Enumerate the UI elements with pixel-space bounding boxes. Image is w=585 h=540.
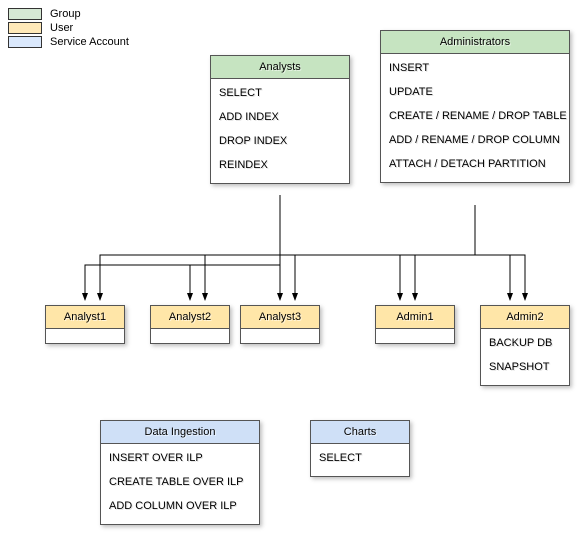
perm: CREATE / RENAME / DROP TABLE [387, 106, 563, 130]
group-analysts-body: SELECT ADD INDEX DROP INDEX REINDEX [211, 79, 349, 183]
user-admin2: Admin2 BACKUP DB SNAPSHOT [480, 305, 570, 386]
group-admins: Administrators INSERT UPDATE CREATE / RE… [380, 30, 570, 183]
user-analyst3: Analyst3 [240, 305, 320, 344]
user-admin1: Admin1 [375, 305, 455, 344]
user-analyst3-body [241, 329, 319, 343]
group-analysts-title: Analysts [211, 56, 349, 79]
group-admins-body: INSERT UPDATE CREATE / RENAME / DROP TAB… [381, 54, 569, 182]
legend-swatch-service [8, 36, 42, 48]
perm: SELECT [317, 448, 403, 472]
group-analysts: Analysts SELECT ADD INDEX DROP INDEX REI… [210, 55, 350, 184]
service-ingestion-body: INSERT OVER ILP CREATE TABLE OVER ILP AD… [101, 444, 259, 524]
user-analyst2: Analyst2 [150, 305, 230, 344]
perm: INSERT OVER ILP [107, 448, 253, 472]
perm: REINDEX [217, 155, 343, 179]
perm: ADD COLUMN OVER ILP [107, 496, 253, 520]
legend-swatch-user [8, 22, 42, 34]
user-admin1-title: Admin1 [376, 306, 454, 329]
perm: CREATE TABLE OVER ILP [107, 472, 253, 496]
group-admins-title: Administrators [381, 31, 569, 54]
service-ingestion: Data Ingestion INSERT OVER ILP CREATE TA… [100, 420, 260, 525]
user-analyst3-title: Analyst3 [241, 306, 319, 329]
legend-swatch-group [8, 8, 42, 20]
service-charts-title: Charts [311, 421, 409, 444]
legend-label-service: Service Account [50, 36, 129, 48]
legend-label-group: Group [50, 8, 81, 20]
service-charts: Charts SELECT [310, 420, 410, 477]
user-analyst1: Analyst1 [45, 305, 125, 344]
service-charts-body: SELECT [311, 444, 409, 476]
user-analyst1-title: Analyst1 [46, 306, 124, 329]
user-admin1-body [376, 329, 454, 343]
legend-row-service: Service Account [8, 36, 129, 48]
perm: ADD / RENAME / DROP COLUMN [387, 130, 563, 154]
perm: UPDATE [387, 82, 563, 106]
user-analyst1-body [46, 329, 124, 343]
user-admin2-title: Admin2 [481, 306, 569, 329]
legend: Group User Service Account [8, 8, 129, 50]
user-admin2-body: BACKUP DB SNAPSHOT [481, 329, 569, 385]
perm: BACKUP DB [487, 333, 563, 357]
user-analyst2-body [151, 329, 229, 343]
service-ingestion-title: Data Ingestion [101, 421, 259, 444]
perm: DROP INDEX [217, 131, 343, 155]
perm: ADD INDEX [217, 107, 343, 131]
perm: SNAPSHOT [487, 357, 563, 381]
legend-label-user: User [50, 22, 73, 34]
perm: ATTACH / DETACH PARTITION [387, 154, 563, 178]
legend-row-user: User [8, 22, 129, 34]
legend-row-group: Group [8, 8, 129, 20]
perm: SELECT [217, 83, 343, 107]
user-analyst2-title: Analyst2 [151, 306, 229, 329]
perm: INSERT [387, 58, 563, 82]
